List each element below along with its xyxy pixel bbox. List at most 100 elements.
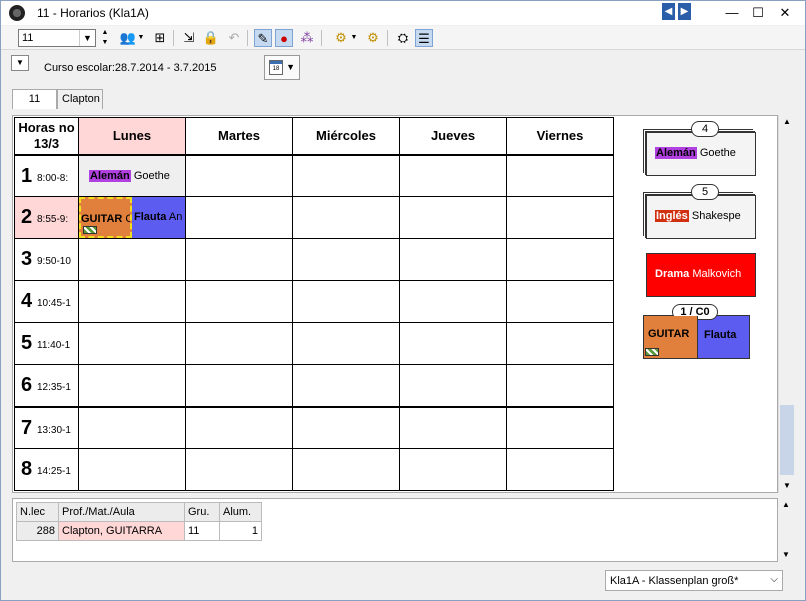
settings-icon[interactable]: ⚙ (332, 29, 350, 47)
class-select[interactable]: 11 ▼ (18, 29, 96, 47)
period-header[interactable]: 6 12:35-1 (14, 364, 79, 408)
lesson-card[interactable]: Alemán Goethe (79, 155, 185, 196)
period-header[interactable]: 3 9:50-10 (14, 238, 79, 281)
timetable-cell[interactable] (78, 238, 186, 281)
tab-clapton[interactable]: Clapton (57, 89, 103, 109)
day-header-tuesday[interactable]: Martes (185, 117, 293, 156)
minimize-button[interactable]: — (721, 4, 743, 22)
timetable-cell[interactable] (506, 154, 614, 197)
timetable-cell[interactable] (185, 196, 293, 239)
timetable-cell[interactable] (292, 406, 400, 449)
period-header[interactable]: 2 8:55-9: (14, 196, 79, 239)
list-menu-icon[interactable]: ☰ (415, 29, 433, 47)
timetable-cell[interactable] (185, 154, 293, 197)
column-header[interactable]: N.lec (16, 502, 59, 522)
timetable-cell[interactable] (506, 196, 614, 239)
edit-brush-icon[interactable]: ✎ (254, 29, 272, 47)
close-button[interactable]: ✕ (774, 4, 796, 22)
timetable-cell[interactable] (399, 448, 507, 491)
class-spinner[interactable]: ▲ ▼ (100, 28, 110, 48)
lesson-card-guitar[interactable]: GUITAR C (79, 197, 132, 238)
day-header-monday[interactable]: Lunes (78, 117, 186, 156)
scroll-up-icon[interactable]: ▲ (778, 498, 794, 512)
timetable-cell[interactable] (292, 280, 400, 323)
table-row[interactable]: 288 Clapton, GUITARRA 11 1 (16, 521, 262, 541)
scroll-up-icon[interactable]: ▲ (779, 115, 795, 129)
timetable-cell[interactable] (292, 364, 400, 408)
timetable-cell[interactable] (506, 406, 614, 449)
molecule-icon[interactable]: ⁂ (298, 29, 316, 47)
timetable-cell[interactable] (506, 238, 614, 281)
column-header[interactable]: Gru. (184, 502, 220, 522)
timetable-cell[interactable] (292, 196, 400, 239)
timetable-cell[interactable] (292, 238, 400, 281)
timetable-cell[interactable] (399, 238, 507, 281)
column-header[interactable]: Prof./Mat./Aula (58, 502, 185, 522)
unscheduled-lesson-card[interactable]: 5 Inglés Shakespe (643, 184, 756, 239)
period-header[interactable]: 5 11:40-1 (14, 322, 79, 365)
chevron-down-icon[interactable]: ▼ (79, 30, 95, 46)
scroll-down-icon[interactable]: ▼ (778, 548, 794, 562)
timetable-cell[interactable] (78, 364, 186, 408)
period-header[interactable]: 7 13:30-1 (14, 406, 79, 449)
day-header-friday[interactable]: Viernes (506, 117, 614, 156)
calendar-button[interactable]: 18 ▼ (264, 55, 300, 80)
unscheduled-lesson-card[interactable]: 4 Alemán Goethe (643, 121, 756, 176)
previous-arrow-icon[interactable]: ◀ (662, 3, 675, 20)
unscheduled-lesson-card[interactable]: Drama Malkovich (646, 253, 756, 297)
timetable-cell[interactable] (399, 406, 507, 449)
timetable-cell[interactable] (399, 364, 507, 408)
timetable-cell[interactable] (506, 280, 614, 323)
scrollbar-thumb[interactable] (780, 405, 794, 475)
timetable-cell[interactable] (506, 364, 614, 408)
lesson-card-flute[interactable]: Flauta An (132, 197, 185, 238)
maximize-button[interactable]: ☐ (747, 4, 769, 22)
format-select[interactable]: Kla1A - Klassenplan groß* ⌵ (605, 570, 783, 591)
timetable-cell[interactable] (78, 406, 186, 449)
undo-icon[interactable]: ↶ (225, 29, 243, 47)
options-dropdown-button[interactable]: ▼ (11, 55, 29, 71)
timetable-cell[interactable]: GUITAR C Flauta An (78, 196, 186, 239)
lock-icon[interactable]: 🔒 (202, 29, 220, 47)
timetable-cell[interactable] (399, 280, 507, 323)
grid-vertical-scrollbar[interactable]: ▲ ▼ (778, 115, 794, 493)
timetable-cell[interactable] (78, 280, 186, 323)
grid-icon[interactable]: ⊞ (151, 29, 169, 47)
timetable-cell[interactable] (185, 280, 293, 323)
timetable-cell[interactable] (399, 322, 507, 365)
timetable-cell[interactable] (506, 322, 614, 365)
timetable-cell[interactable] (185, 322, 293, 365)
import-icon[interactable]: ⇲ (180, 29, 198, 47)
day-header-thursday[interactable]: Jueves (399, 117, 507, 156)
next-arrow-icon[interactable]: ▶ (678, 3, 691, 20)
scroll-down-icon[interactable]: ▼ (779, 479, 795, 493)
timetable-cell[interactable] (292, 448, 400, 491)
timetable-cell[interactable] (292, 322, 400, 365)
timetable-cell[interactable] (292, 154, 400, 197)
timetable-cell[interactable] (185, 364, 293, 408)
unscheduled-lesson-card[interactable]: 1 / C0 GUITAR Flauta (643, 304, 750, 359)
chevron-down-icon[interactable]: ▼ (350, 29, 358, 47)
period-header[interactable]: 4 10:45-1 (14, 280, 79, 323)
binoculars-icon[interactable]: ⛭ (394, 29, 412, 47)
timetable-cell[interactable] (78, 448, 186, 491)
chevron-down-icon[interactable]: ▼ (137, 29, 145, 47)
tab-class-11[interactable]: 11 (12, 89, 57, 109)
teachers-icon[interactable]: 👥 (119, 29, 137, 47)
pin-icon[interactable]: ● (275, 29, 293, 47)
timetable-cell[interactable] (185, 238, 293, 281)
timetable-cell[interactable] (506, 448, 614, 491)
timetable-cell[interactable] (185, 448, 293, 491)
column-header[interactable]: Alum. (219, 502, 262, 522)
chevron-down-icon[interactable]: ⌵ (770, 574, 778, 585)
lessons-vertical-scrollbar[interactable]: ▲ ▼ (778, 498, 794, 562)
timetable-cell[interactable] (185, 406, 293, 449)
period-header[interactable]: 8 14:25-1 (14, 448, 79, 491)
timetable-cell[interactable] (399, 154, 507, 197)
timetable-cell[interactable] (399, 196, 507, 239)
day-header-wednesday[interactable]: Miércoles (292, 117, 400, 156)
gear-icon[interactable]: ⚙ (364, 29, 382, 47)
timetable-cell[interactable] (78, 322, 186, 365)
period-header[interactable]: 1 8:00-8: (14, 154, 79, 197)
timetable-cell[interactable]: Alemán Goethe (78, 154, 186, 197)
